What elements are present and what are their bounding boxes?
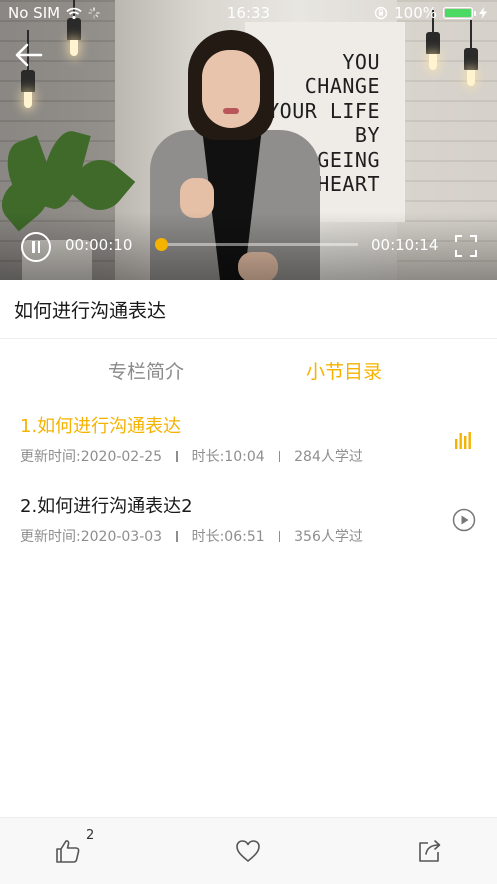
play-circle-icon[interactable]: [452, 508, 476, 532]
section-learners: 284人学过: [294, 449, 363, 465]
audio-bars-icon[interactable]: [452, 428, 476, 452]
charging-bolt-icon: [479, 7, 487, 19]
separator: [176, 530, 178, 542]
status-bar: No SIM 16:33 100%: [0, 0, 497, 26]
total-time: 00:10:14: [371, 236, 439, 254]
arrow-left-icon[interactable]: [14, 40, 44, 70]
thumbs-up-icon[interactable]: [55, 838, 81, 864]
fullscreen-icon[interactable]: [455, 235, 477, 257]
separator: [176, 450, 178, 462]
section-title: 2.如何进行沟通表达2: [20, 496, 193, 517]
pendant-lamp: [464, 20, 478, 86]
section-updated: 更新时间:2020-03-03: [20, 529, 163, 545]
lesson-title: 如何进行沟通表达: [14, 300, 167, 322]
divider: [0, 338, 497, 339]
section-duration: 时长:06:51: [191, 529, 265, 545]
section-learners: 356人学过: [294, 529, 363, 545]
section-updated: 更新时间:2020-02-25: [20, 449, 163, 465]
battery-percent: 100%: [394, 4, 437, 22]
orientation-lock-icon: [374, 6, 388, 20]
progress-bar[interactable]: [155, 238, 358, 251]
heart-icon[interactable]: [235, 838, 261, 864]
bottom-action-bar: 2: [0, 817, 497, 884]
video-player[interactable]: YOU CHANGE YOUR LIFE BY ANGEING HEART No…: [0, 0, 497, 280]
tab-intro[interactable]: 专栏简介: [108, 357, 184, 384]
status-right: 100%: [374, 4, 487, 22]
list-item[interactable]: 1.如何进行沟通表达 更新时间:2020-02-25 时长:10:04 284人…: [0, 412, 497, 472]
share-icon[interactable]: [417, 838, 443, 864]
like-count: 2: [86, 828, 95, 843]
separator: [278, 450, 281, 462]
section-meta: 更新时间:2020-03-03 时长:06:51 356人学过: [20, 526, 363, 546]
current-time: 00:00:10: [65, 236, 133, 254]
battery-icon: [443, 7, 476, 19]
section-meta: 更新时间:2020-02-25 时长:10:04 284人学过: [20, 446, 363, 466]
separator: [278, 530, 281, 542]
section-title: 1.如何进行沟通表达: [20, 416, 182, 437]
tab-catalog[interactable]: 小节目录: [306, 357, 382, 384]
section-duration: 时长:10:04: [191, 449, 265, 465]
pause-icon[interactable]: [21, 232, 51, 262]
list-item[interactable]: 2.如何进行沟通表达2 更新时间:2020-03-03 时长:06:51 356…: [0, 492, 497, 552]
